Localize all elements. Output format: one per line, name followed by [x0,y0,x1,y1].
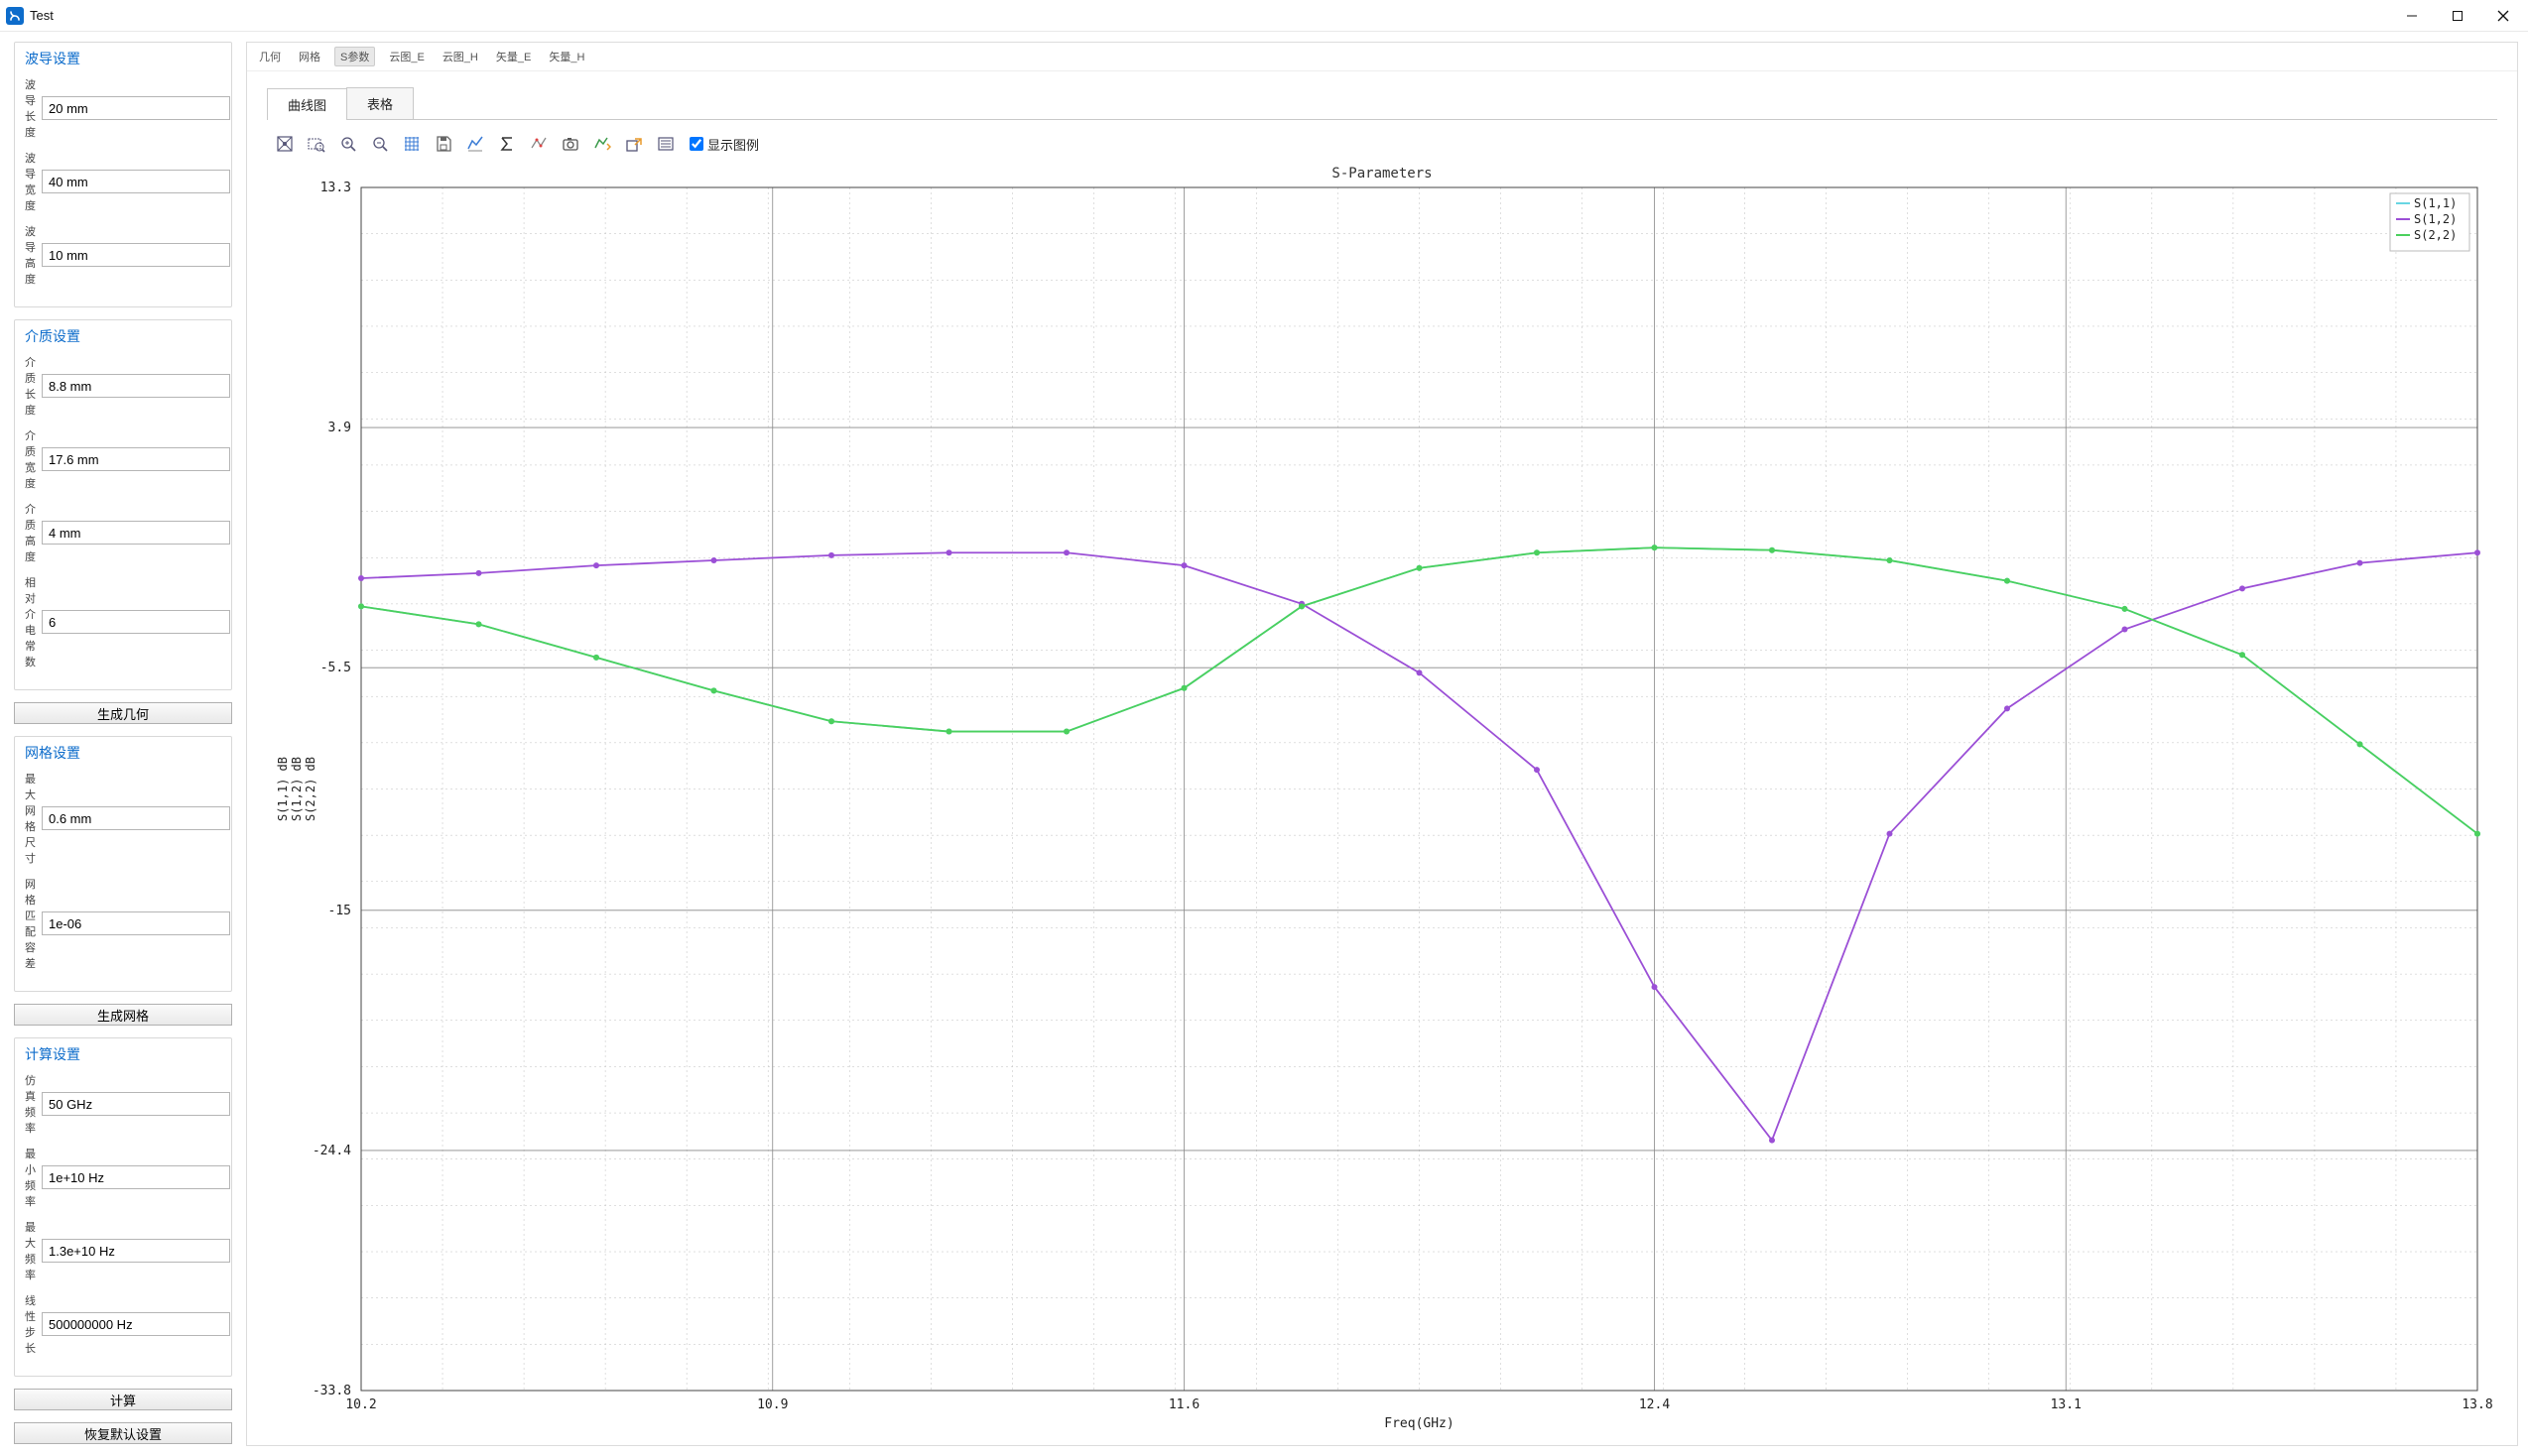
svg-text:S(1,1) dB: S(1,1) dB [276,757,290,821]
plot-toolbar: 显示图例 [267,120,2497,166]
top-tab[interactable]: 矢量_H [545,47,588,66]
svg-text:-5.5: -5.5 [320,661,351,675]
group-calc: 计算设置 仿真频率 最小频率 最大频率 线性步长 [14,1037,232,1377]
svg-text:S(1,2): S(1,2) [2414,212,2457,226]
settings-list-icon[interactable] [652,130,680,158]
show-legend-checkbox[interactable]: 显示图例 [690,135,759,154]
input-wg-width[interactable] [42,170,230,193]
label-step: 线性步长 [25,1292,36,1356]
label-wg-width: 波导宽度 [25,150,36,213]
export-icon[interactable] [620,130,648,158]
show-legend-label: 显示图例 [707,135,759,154]
sub-tab[interactable]: 表格 [346,87,414,119]
top-tab[interactable]: 矢量_E [492,47,535,66]
svg-text:10.9: 10.9 [757,1397,788,1412]
sigma-icon[interactable] [493,130,521,158]
main-panel: 几何网格 S参数云图_E 云图_H 矢量_E 矢量_H 曲线图表格 [246,42,2518,1446]
label-fmax: 最大频率 [25,1219,36,1282]
svg-text:13.1: 13.1 [2051,1397,2082,1412]
export-curve-icon[interactable] [588,130,616,158]
input-step[interactable] [42,1312,230,1336]
svg-text:11.6: 11.6 [1169,1397,1200,1412]
titlebar: Test [0,0,2528,32]
svg-text:-33.8: -33.8 [313,1384,351,1398]
svg-text:S(1,2) dB: S(1,2) dB [290,757,304,821]
plot-area: 10.2 10.9 11.6 12.4 13.1 13.8 -33.8 -24.4 -15 -5.… [267,182,2497,1435]
svg-text:10.2: 10.2 [345,1397,376,1412]
input-mesh-max[interactable] [42,806,230,830]
input-fmax[interactable] [42,1239,230,1263]
app-icon [6,7,24,25]
input-fmin[interactable] [42,1165,230,1189]
svg-text:-24.4: -24.4 [313,1144,351,1158]
svg-text:S(2,2): S(2,2) [2414,228,2457,242]
svg-text:13.3: 13.3 [320,182,351,195]
svg-text:S(2,2) dB: S(2,2) dB [304,757,317,821]
input-mesh-tol[interactable] [42,911,230,935]
zoom-out-icon[interactable] [366,130,394,158]
chart-title: S-Parameters [267,166,2497,182]
input-di-length[interactable] [42,374,230,398]
svg-text:12.4: 12.4 [1639,1397,1670,1412]
reset-defaults-button[interactable]: 恢复默认设置 [14,1422,232,1444]
group-mesh: 网格设置 最大网格尺寸 网格匹配容差 [14,736,232,992]
top-tabs: 几何网格 S参数云图_E 云图_H 矢量_E 矢量_H [247,43,2517,71]
save-icon[interactable] [430,130,457,158]
group-waveguide: 波导设置 波导长度 波导宽度 波导高度 [14,42,232,307]
generate-mesh-button[interactable]: 生成网格 [14,1004,232,1026]
sub-tabs: 曲线图表格 [267,87,2497,120]
input-wg-height[interactable] [42,243,230,267]
svg-text:3.9: 3.9 [328,421,351,435]
label-di-length: 介质长度 [25,354,36,418]
calculate-button[interactable]: 计算 [14,1389,232,1410]
input-di-height[interactable] [42,521,230,545]
svg-text:Freq(GHz): Freq(GHz) [1384,1416,1454,1431]
window-minimize-button[interactable] [2389,0,2435,32]
camera-icon[interactable] [557,130,584,158]
top-tab[interactable]: 云图_E [385,47,428,66]
label-di-eps: 相对介电常数 [25,574,36,669]
window-close-button[interactable] [2480,0,2526,32]
group-title-dielectric: 介质设置 [25,320,221,354]
label-wg-height: 波导高度 [25,223,36,287]
home-icon[interactable] [271,130,299,158]
label-di-height: 介质高度 [25,501,36,564]
sub-tab[interactable]: 曲线图 [267,88,347,120]
group-title-calc: 计算设置 [25,1038,221,1072]
marker-icon[interactable] [525,130,553,158]
group-dielectric: 介质设置 介质长度 介质宽度 介质高度 相对介电常数 [14,319,232,690]
input-di-width[interactable] [42,447,230,471]
label-fmin: 最小频率 [25,1146,36,1209]
group-title-waveguide: 波导设置 [25,43,221,76]
label-mesh-tol: 网格匹配容差 [25,876,36,971]
svg-text:-15: -15 [328,904,351,918]
top-tab[interactable]: 云图_H [439,47,482,66]
top-tab[interactable]: 网格 [295,47,324,66]
svg-text:S(1,1): S(1,1) [2414,196,2457,210]
grid-icon[interactable] [398,130,426,158]
input-simfreq[interactable] [42,1092,230,1116]
group-title-mesh: 网格设置 [25,737,221,771]
label-simfreq: 仿真频率 [25,1072,36,1136]
top-tab[interactable]: 几何 [255,47,285,66]
label-wg-length: 波导长度 [25,76,36,140]
input-wg-length[interactable] [42,96,230,120]
zoom-in-icon[interactable] [334,130,362,158]
plot-svg: 10.2 10.9 11.6 12.4 13.1 13.8 -33.8 -24.4 -15 -5.… [267,182,2497,1435]
svg-text:13.8: 13.8 [2462,1397,2492,1412]
chart-line-icon[interactable] [461,130,489,158]
sidebar: 波导设置 波导长度 波导宽度 波导高度 介质设置 介质长度 介质宽度 介质高度 … [14,42,232,1446]
top-tab[interactable]: S参数 [334,47,375,66]
label-mesh-max: 最大网格尺寸 [25,771,36,866]
window-maximize-button[interactable] [2435,0,2480,32]
input-di-eps[interactable] [42,610,230,634]
generate-geometry-button[interactable]: 生成几何 [14,702,232,724]
window-title: Test [30,8,54,23]
label-di-width: 介质宽度 [25,427,36,491]
zoom-rect-icon[interactable] [303,130,330,158]
